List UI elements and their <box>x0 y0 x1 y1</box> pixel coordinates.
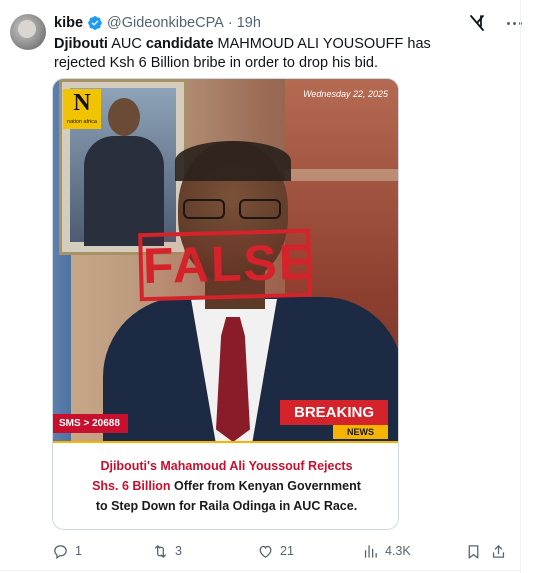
tweet-actions: 1 3 21 4.3K <box>52 540 512 562</box>
caption-line-1: Djibouti's Mahamoud Ali Youssouf Rejects <box>100 459 353 473</box>
breaking-banner: BREAKING <box>280 400 388 425</box>
caption-line-2: Shs. 6 Billion Offer from Kenyan Governm… <box>53 479 398 493</box>
like-button[interactable]: 21 <box>257 540 294 562</box>
like-icon <box>259 545 272 558</box>
tweet-header: kibe @GideonkibeCPA · 19h <box>54 14 261 32</box>
logo-text: nation africa <box>67 119 97 125</box>
tweet[interactable]: kibe @GideonkibeCPA · 19h Djibouti AUC c… <box>0 0 542 573</box>
views-button[interactable]: 4.3K <box>362 540 411 562</box>
caption-line-2-rest: Offer from Kenyan Government <box>170 479 361 493</box>
sms-badge: SMS > 20688 <box>53 414 128 433</box>
news-photo: N nation africa Wednesday 22, 2025 FALSE… <box>53 79 398 441</box>
retweet-button[interactable]: 3 <box>152 540 182 562</box>
tweet-text: Djibouti AUC candidate MAHMOUD ALI YOUSO… <box>54 35 454 73</box>
timeline-border <box>520 0 521 573</box>
nation-africa-logo: N nation africa <box>63 89 101 129</box>
tweet-divider <box>0 570 521 571</box>
retweet-count: 3 <box>175 544 182 558</box>
media-caption: Djibouti's Mahamoud Ali Youssouf Rejects… <box>53 441 398 529</box>
share-icon <box>492 544 505 558</box>
separator-dot: · <box>227 15 233 31</box>
reply-button[interactable]: 1 <box>52 540 82 562</box>
tweet-media[interactable]: N nation africa Wednesday 22, 2025 FALSE… <box>52 78 399 530</box>
author-handle[interactable]: @GideonkibeCPA <box>107 15 224 31</box>
like-count: 21 <box>280 544 294 558</box>
tweet-text-part: candidate <box>145 36 214 52</box>
avatar[interactable] <box>10 14 46 50</box>
timestamp[interactable]: 19h <box>237 15 261 31</box>
news-tag: NEWS <box>333 425 388 439</box>
media-date: Wednesday 22, 2025 <box>303 89 388 99</box>
tweet-text-part: Djibouti <box>54 36 108 52</box>
glasses <box>181 199 285 221</box>
caption-line-3: to Step Down for Raila Odinga in AUC Rac… <box>95 499 358 513</box>
logo-letter: N <box>73 90 91 116</box>
caption-amount: Shs. 6 Billion <box>92 479 171 493</box>
man-hair <box>175 141 291 181</box>
retweet-icon <box>154 544 167 558</box>
author-name[interactable]: kibe <box>54 15 83 31</box>
reply-icon <box>54 544 67 559</box>
false-stamp: FALSE <box>138 228 315 302</box>
views-icon <box>364 544 377 558</box>
share-button[interactable] <box>490 540 507 562</box>
bookmark-button[interactable] <box>465 540 482 562</box>
grok-icon[interactable] <box>469 14 485 32</box>
bookmark-icon <box>468 544 479 559</box>
verified-badge-icon <box>88 16 102 30</box>
views-count: 4.3K <box>385 544 411 558</box>
reply-count: 1 <box>75 544 82 558</box>
more-icon[interactable] <box>503 15 525 31</box>
tweet-text-part: AUC <box>107 36 146 52</box>
